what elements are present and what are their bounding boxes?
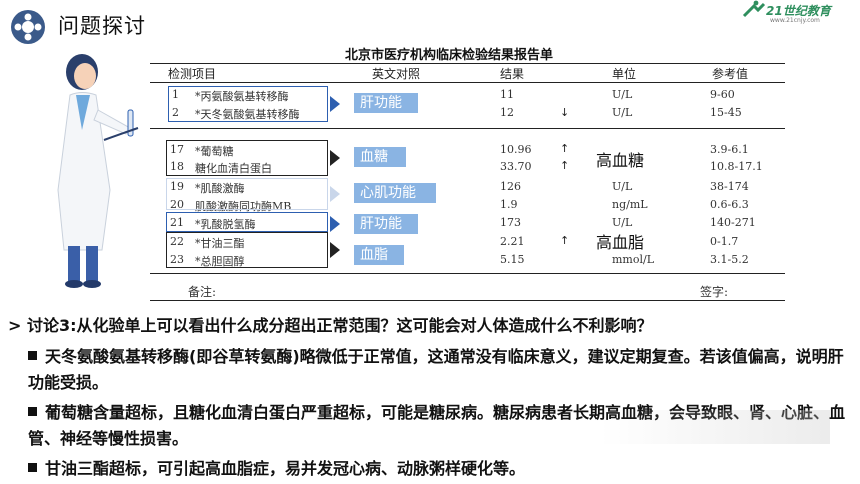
- chevron-right-icon: >: [8, 316, 22, 335]
- row-reference: 0-1.7: [710, 235, 739, 248]
- row-result: 11: [500, 88, 514, 101]
- row-reference: 9-60: [710, 88, 735, 101]
- row-result: 33.70: [500, 160, 532, 173]
- tag-cardiac-function: 心肌功能: [354, 183, 436, 203]
- col-header-reference: 参考值: [712, 67, 749, 81]
- report-title: 北京市医疗机构临床检验结果报告单: [345, 48, 554, 63]
- arrow-right-icon: [330, 96, 340, 112]
- tag-blood-sugar: 血糖: [354, 147, 406, 167]
- row-reference: 15-45: [710, 106, 742, 119]
- doctor-illustration: [57, 54, 139, 288]
- tag-liver-function: 肝功能: [354, 93, 418, 113]
- signature-label: 签字:: [700, 285, 729, 299]
- col-header-result: 结果: [500, 67, 525, 81]
- row-result: 10.96: [500, 143, 532, 156]
- col-header-item: 检测项目: [168, 67, 217, 81]
- annotation-hyperlipidemia: 高血脂: [596, 233, 645, 252]
- row-reference: 10.8-17.1: [710, 160, 763, 173]
- arrow-right-icon: [330, 216, 340, 232]
- report-footer-rule: [150, 300, 785, 301]
- row-reference: 3.1-5.2: [710, 253, 749, 266]
- annotation-hyperglycemia: 高血糖: [596, 151, 645, 170]
- row-reference: 0.6-6.3: [710, 198, 749, 211]
- table-row-rule: [150, 128, 785, 129]
- arrow-right-icon: [330, 186, 340, 202]
- square-bullet-icon: [28, 407, 37, 416]
- square-bullet-icon: [28, 351, 37, 360]
- tag-liver-function-2: 肝功能: [354, 214, 418, 234]
- page-title: 问题探讨: [58, 14, 146, 38]
- row-result: 2.21: [500, 235, 525, 248]
- tag-blood-lipid: 血脂: [354, 245, 404, 265]
- row-reference: 38-174: [710, 180, 749, 193]
- row-unit: U/L: [612, 216, 633, 229]
- highlight-box-heart: [166, 178, 328, 210]
- row-reference: 3.9-6.1: [710, 143, 749, 156]
- answer-text: 天冬氨酸氨基转移酶(即谷草转氨酶)略微低于正常值，这通常没有临床意义，建议定期复…: [28, 347, 844, 392]
- row-unit: ng/mL: [612, 198, 648, 211]
- row-unit: mmol/L: [612, 253, 655, 266]
- question-text: 讨论3:从化验单上可以看出什么成分超出正常范围？这可能会对人体造成什么不利影响？: [26, 316, 653, 335]
- logo-url: www.21cnjy.com: [770, 17, 820, 24]
- highlight-box-liver-2: [166, 212, 328, 232]
- col-header-unit: 单位: [612, 67, 637, 81]
- answer-item-1: 天冬氨酸氨基转移酶(即谷草转氨酶)略微低于正常值，这通常没有临床意义，建议定期复…: [28, 344, 848, 396]
- table-bottom-rule: [150, 273, 785, 274]
- up-arrow-icon: ↑: [560, 159, 570, 172]
- up-arrow-icon: ↑: [560, 234, 570, 247]
- discussion-question: > 讨论3:从化验单上可以看出什么成分超出正常范围？这可能会对人体造成什么不利影…: [8, 312, 860, 336]
- row-result: 12: [500, 106, 514, 119]
- highlight-box-liver: [168, 86, 328, 122]
- up-arrow-icon: ↑: [560, 142, 570, 155]
- col-header-english: 英文对照: [372, 67, 421, 81]
- watermark: [600, 410, 830, 444]
- film-reel-icon: [11, 10, 45, 44]
- highlight-box-glucose: [166, 140, 328, 176]
- row-result: 5.15: [500, 253, 525, 266]
- answer-item-3: 甘油三酯超标，可引起高血脂症，易并发冠心病、动脉粥样硬化等。: [28, 456, 848, 482]
- row-unit: U/L: [612, 106, 633, 119]
- square-bullet-icon: [28, 463, 37, 472]
- answer-text: 甘油三酯超标，可引起高血脂症，易并发冠心病、动脉粥样硬化等。: [45, 459, 526, 478]
- table-top-rule: [150, 63, 785, 64]
- row-result: 126: [500, 180, 521, 193]
- table-header-rule: [150, 82, 785, 83]
- row-result: 173: [500, 216, 521, 229]
- row-unit: U/L: [612, 88, 633, 101]
- row-result: 1.9: [500, 198, 518, 211]
- down-arrow-icon: ↓: [560, 106, 570, 119]
- row-reference: 140-271: [710, 216, 756, 229]
- highlight-box-lipid: [166, 232, 328, 268]
- remark-label: 备注:: [188, 285, 217, 299]
- row-unit: U/L: [612, 180, 633, 193]
- arrow-right-icon: [330, 242, 340, 258]
- arrow-right-icon: [330, 150, 340, 166]
